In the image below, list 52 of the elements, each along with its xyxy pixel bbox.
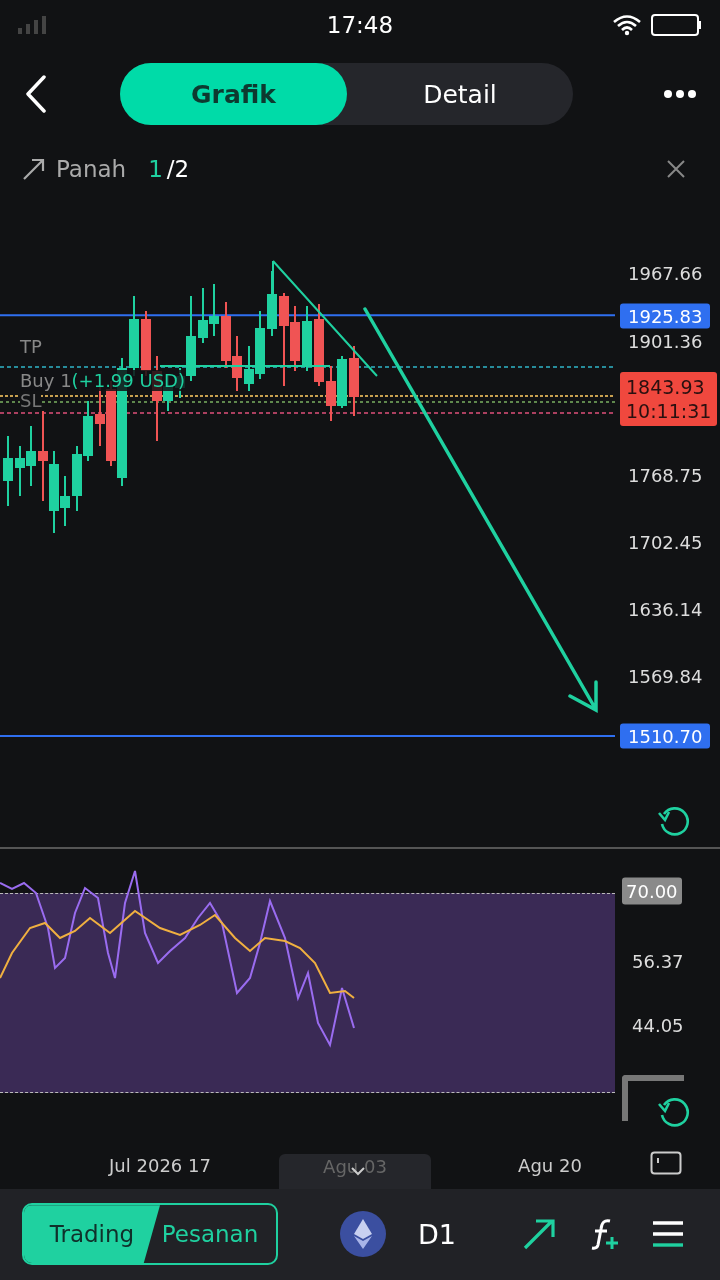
tool-name: Panah — [56, 155, 127, 182]
arrow-icon[interactable] — [521, 1217, 556, 1252]
price-label: 1843.93 10:11:31 — [620, 371, 718, 426]
rsi-value: 70.00 — [622, 877, 682, 905]
more-icon[interactable] — [664, 89, 696, 100]
profit-label: (+1.99 USD) — [71, 370, 185, 392]
rsi-value: 56.37 — [631, 949, 685, 974]
date-label: Agu 03 — [279, 1154, 431, 1190]
coin-icon[interactable] — [340, 1211, 386, 1258]
mode-tab[interactable]: Trading — [24, 1205, 160, 1264]
price-label: 1768.75 — [627, 463, 704, 488]
price-label: 1967.66 — [627, 261, 704, 286]
candle — [302, 305, 312, 373]
date-label: Jul 2026 17 — [107, 1155, 212, 1177]
price-label: 1925.83 — [620, 303, 711, 329]
candle — [232, 335, 242, 393]
candle — [198, 287, 208, 345]
price-label: 1901.36 — [627, 329, 704, 354]
menu-icon[interactable] — [651, 1221, 684, 1248]
candle — [267, 270, 277, 338]
close-icon[interactable] — [666, 158, 686, 179]
candle — [83, 400, 93, 463]
value-tag — [622, 1075, 684, 1122]
battery-icon — [650, 13, 702, 36]
price-label: 1636.14 — [627, 597, 704, 622]
view-tab[interactable]: Grafik — [120, 63, 347, 126]
tp-label: TP — [20, 336, 42, 358]
signal-icon — [18, 15, 48, 34]
candle — [72, 445, 82, 513]
arrow-icon — [22, 156, 46, 181]
date-label: Agu 20 — [517, 1155, 583, 1177]
back-icon[interactable] — [24, 75, 48, 114]
price-label: 1510.70 — [620, 723, 711, 749]
clock-time: 17:48 — [325, 11, 395, 38]
reset-icon[interactable] — [656, 804, 692, 837]
candle — [337, 355, 347, 410]
timeframe-label[interactable]: D1 — [418, 1218, 456, 1250]
reset-icon[interactable] — [656, 1095, 692, 1128]
candle — [209, 283, 219, 338]
wifi-icon — [612, 13, 642, 36]
candle — [26, 425, 36, 488]
candle — [15, 445, 25, 498]
view-tab[interactable]: Detail — [347, 63, 573, 126]
page-current: 1 — [148, 155, 163, 182]
candle — [221, 301, 231, 370]
screen-icon[interactable] — [650, 1151, 682, 1176]
page-total: /2 — [166, 155, 190, 182]
candle — [326, 365, 336, 423]
price-label: 1569.84 — [627, 664, 704, 689]
price-label: 1702.45 — [627, 530, 704, 555]
candle — [290, 305, 300, 373]
rsi-value: 44.05 — [631, 1013, 685, 1037]
